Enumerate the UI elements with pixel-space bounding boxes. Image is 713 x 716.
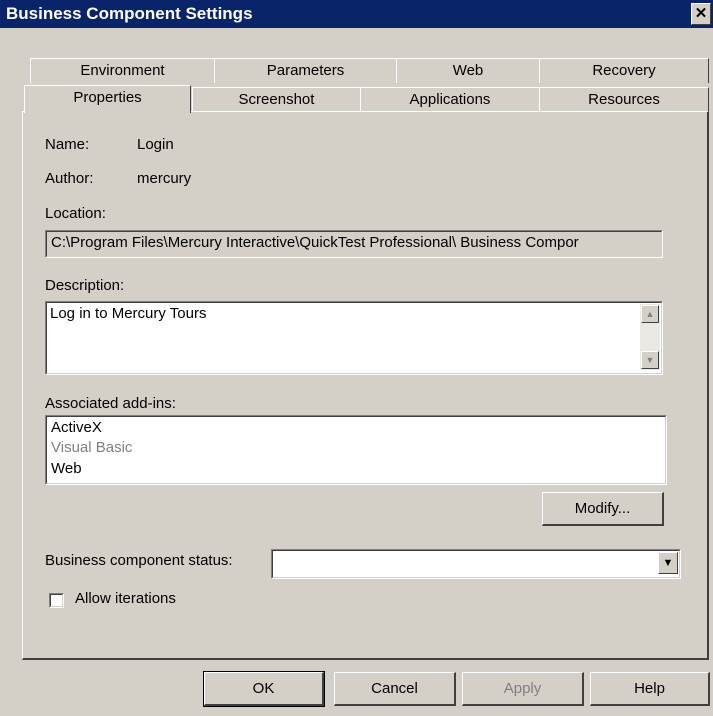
tab-screenshot[interactable]: Screenshot xyxy=(192,87,361,112)
location-label: Location: xyxy=(45,205,106,222)
addins-label: Associated add-ins: xyxy=(45,395,176,412)
modify-button[interactable]: Modify... xyxy=(542,492,664,526)
tab-web[interactable]: Web xyxy=(396,58,540,83)
author-label: Author: xyxy=(45,170,94,187)
tab-recovery[interactable]: Recovery xyxy=(539,58,709,83)
status-label: Business component status: xyxy=(45,552,233,569)
location-value: C:\Program Files\Mercury Interactive\Qui… xyxy=(51,234,579,251)
help-button[interactable]: Help xyxy=(590,672,710,706)
description-scrollbar[interactable]: ▲ ▼ xyxy=(640,304,660,370)
scroll-up-icon[interactable]: ▲ xyxy=(641,305,659,323)
allow-iterations-checkbox[interactable] xyxy=(49,593,64,608)
apply-button[interactable]: Apply xyxy=(462,672,584,706)
tab-properties[interactable]: Properties xyxy=(24,85,191,113)
tab-environment[interactable]: Environment xyxy=(30,58,215,83)
addin-activex[interactable]: ActiveX xyxy=(51,419,102,436)
tab-resources[interactable]: Resources xyxy=(539,87,709,112)
addin-visual-basic[interactable]: Visual Basic xyxy=(51,439,132,456)
status-dropdown[interactable]: ▼ xyxy=(271,549,681,579)
location-field: C:\Program Files\Mercury Interactive\Qui… xyxy=(45,230,663,258)
description-label: Description: xyxy=(45,277,125,294)
ok-button[interactable]: OK xyxy=(203,671,325,707)
scroll-down-icon[interactable]: ▼ xyxy=(641,351,659,369)
description-value: Log in to Mercury Tours xyxy=(50,305,207,322)
addins-list[interactable]: ActiveX Visual Basic Web xyxy=(45,415,667,485)
description-field[interactable]: Log in to Mercury Tours ▲ ▼ xyxy=(45,301,663,375)
name-value: Login xyxy=(137,136,174,153)
dropdown-arrow-icon[interactable]: ▼ xyxy=(658,552,678,574)
author-value: mercury xyxy=(137,170,192,187)
window-title: Business Component Settings xyxy=(6,4,253,23)
allow-iterations-label[interactable]: Allow iterations xyxy=(75,590,176,607)
properties-panel: Name: Login Author: mercury Location: C:… xyxy=(22,111,709,660)
tab-parameters[interactable]: Parameters xyxy=(214,58,397,83)
addin-web[interactable]: Web xyxy=(51,460,82,477)
title-bar: Business Component Settings ✕ xyxy=(0,0,713,28)
close-icon[interactable]: ✕ xyxy=(691,3,711,25)
cancel-button[interactable]: Cancel xyxy=(334,672,456,706)
tab-applications[interactable]: Applications xyxy=(360,87,540,112)
name-label: Name: xyxy=(45,136,90,153)
